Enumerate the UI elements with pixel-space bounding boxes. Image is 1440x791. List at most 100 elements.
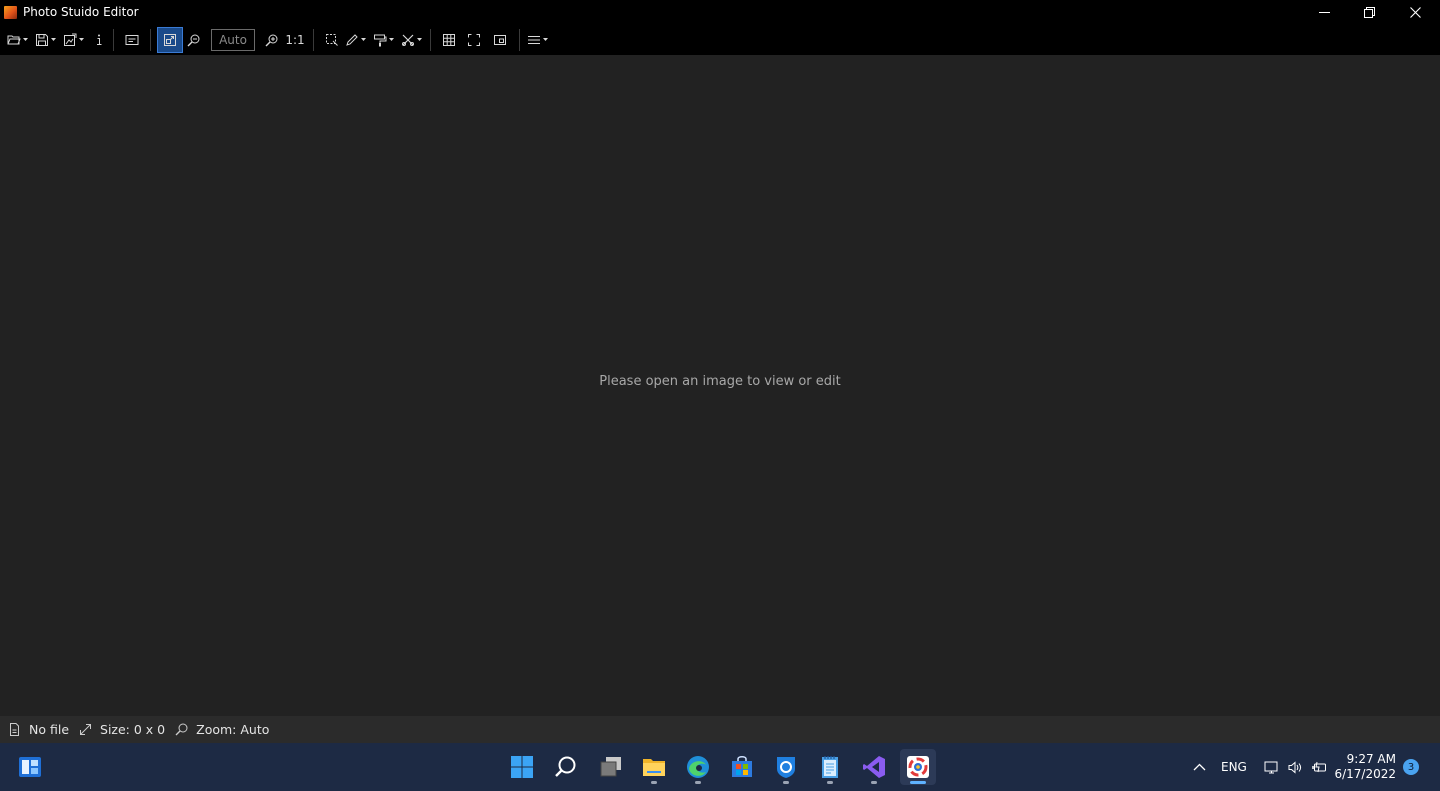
export-button[interactable] (63, 28, 85, 52)
minimize-icon (1318, 11, 1330, 13)
search-button[interactable] (548, 749, 584, 785)
zoom-icon (175, 723, 188, 736)
grid-button[interactable] (438, 28, 460, 52)
status-zoom: Zoom: Auto (175, 722, 269, 737)
fit-to-window-icon (164, 33, 176, 46)
info-icon (97, 34, 102, 45)
zoom-input[interactable]: Auto (211, 28, 255, 51)
widgets-icon (19, 757, 41, 777)
grid-icon (443, 33, 455, 46)
volume-button[interactable] (1287, 743, 1302, 791)
caption-icon (125, 34, 139, 45)
notepad-button[interactable] (812, 749, 848, 785)
battery-button[interactable] (1312, 743, 1327, 791)
photo-studio-button[interactable] (900, 749, 936, 785)
paint-button[interactable] (373, 28, 395, 52)
widgets-button[interactable] (12, 749, 48, 785)
fullscreen-button[interactable] (462, 28, 486, 52)
chevron-down-icon (389, 38, 394, 41)
actual-size-button[interactable]: 1:1 (284, 28, 306, 52)
chevron-down-icon (361, 38, 366, 41)
clock-time: 9:27 AM (1346, 752, 1396, 766)
selection-button[interactable] (321, 28, 343, 52)
app-button[interactable] (768, 749, 804, 785)
task-view-icon (600, 757, 621, 777)
open-icon (7, 35, 21, 44)
taskbar: ENG 9:27 AM 6/17/2022 3 (0, 743, 1440, 791)
running-indicator (871, 781, 877, 784)
restore-button[interactable] (1346, 0, 1392, 24)
toolbar-divider (113, 28, 114, 51)
chevron-down-icon (543, 38, 548, 41)
caption-button[interactable] (121, 28, 143, 52)
status-size: Size: 0 x 0 (79, 722, 165, 737)
running-indicator (783, 781, 789, 784)
fullscreen-icon (468, 33, 480, 46)
file-icon (10, 723, 19, 736)
start-button[interactable] (504, 749, 540, 785)
chevron-up-icon (1193, 763, 1206, 770)
chevron-down-icon (417, 38, 422, 41)
battery-icon (1312, 761, 1326, 772)
running-indicator (651, 781, 657, 784)
show-hidden-icons-button[interactable] (1192, 743, 1207, 791)
zoom-out-icon (187, 34, 200, 46)
export-icon (64, 33, 77, 46)
close-button[interactable] (1392, 0, 1438, 24)
window-title: Photo Stuido Editor (23, 5, 139, 19)
app-icon (777, 757, 795, 778)
clock[interactable]: 9:27 AM 6/17/2022 (1334, 752, 1396, 782)
resize-icon (80, 724, 92, 735)
draw-icon (346, 33, 358, 46)
open-button[interactable] (7, 28, 29, 52)
network-button[interactable] (1264, 743, 1279, 791)
file-explorer-icon (643, 759, 665, 776)
status-size-label: Size: 0 x 0 (100, 722, 166, 737)
store-icon (732, 756, 752, 777)
fit-to-window-button[interactable] (157, 26, 183, 53)
file-explorer-button[interactable] (636, 749, 672, 785)
status-file-label: No file (29, 722, 70, 737)
tools-button[interactable] (401, 28, 423, 52)
visual-studio-icon (863, 756, 885, 778)
minimize-button[interactable] (1301, 0, 1347, 24)
chevron-down-icon (23, 38, 28, 41)
close-icon (1409, 6, 1421, 18)
task-view-button[interactable] (593, 749, 629, 785)
chevron-down-icon (79, 38, 84, 41)
photo-studio-icon (907, 756, 929, 778)
running-indicator (695, 781, 701, 784)
search-icon (555, 756, 576, 777)
language-label: ENG (1221, 760, 1247, 774)
zoom-out-button[interactable] (184, 28, 204, 52)
menu-icon (528, 35, 540, 44)
notepad-icon (822, 756, 838, 778)
save-button[interactable] (35, 28, 57, 52)
tools-icon (402, 34, 414, 46)
edge-icon (687, 756, 709, 778)
notification-badge[interactable]: 3 (1403, 759, 1419, 775)
clock-date: 6/17/2022 (1334, 767, 1396, 781)
running-indicator (827, 781, 833, 784)
zoom-in-icon (265, 34, 278, 46)
save-icon (36, 33, 48, 46)
draw-button[interactable] (345, 28, 367, 52)
store-button[interactable] (724, 749, 760, 785)
info-button[interactable] (92, 28, 106, 52)
language-indicator[interactable]: ENG (1221, 743, 1247, 791)
edge-button[interactable] (680, 749, 716, 785)
toolbar-divider (150, 28, 151, 51)
chevron-down-icon (51, 38, 56, 41)
running-indicator (910, 781, 926, 784)
image-canvas[interactable]: Please open an image to view or edit (0, 55, 1440, 716)
frameless-button[interactable] (488, 28, 512, 52)
visual-studio-button[interactable] (856, 749, 892, 785)
main-menu-button[interactable] (527, 28, 549, 52)
status-zoom-label: Zoom: Auto (196, 722, 270, 737)
volume-icon (1288, 760, 1301, 774)
toolbar-divider (430, 28, 431, 51)
zoom-in-button[interactable] (262, 28, 282, 52)
app-logo-icon (4, 5, 17, 19)
toolbar-divider (313, 28, 314, 51)
start-icon (511, 756, 533, 778)
